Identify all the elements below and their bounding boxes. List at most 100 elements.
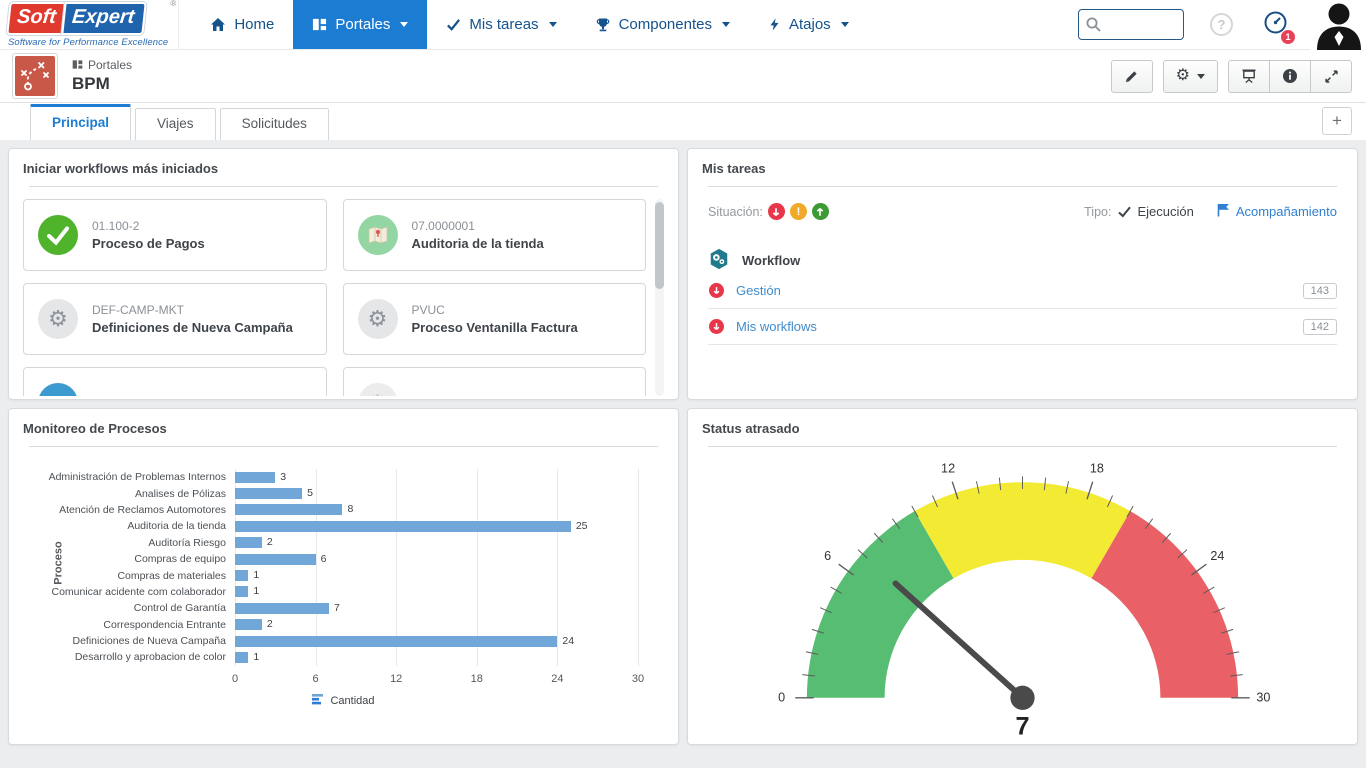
bar-value-label: 25 — [576, 520, 588, 533]
expand-button[interactable] — [1310, 60, 1352, 93]
bar-row: Compras de materiales 1 — [23, 567, 664, 583]
monitor-panel: Monitoreo de Procesos Proceso Administra… — [8, 408, 679, 745]
panel-title: Iniciar workflows más iniciados — [23, 161, 664, 176]
nav-item-atajos[interactable]: Atajos — [749, 0, 868, 49]
tipo-ejecucion[interactable]: Ejecución — [1118, 204, 1193, 219]
add-tab-button[interactable]: + — [1322, 107, 1352, 135]
panel-title: Monitoreo de Procesos — [23, 421, 664, 436]
bar-row: Desarrollo y aprobacion de color1 — [23, 649, 664, 665]
bar-category-label: Compras de equipo — [23, 553, 235, 565]
bpm-app-icon — [12, 53, 58, 99]
info-button[interactable] — [1269, 60, 1311, 93]
edit-pencil-button[interactable] — [1111, 60, 1153, 93]
caret-down-icon — [400, 22, 408, 27]
presentation-button[interactable] — [1228, 60, 1270, 93]
circle-icon — [38, 383, 78, 396]
bar-category-label: Correspondencia Entrante — [23, 619, 235, 631]
logo-registered-mark: ® — [170, 0, 176, 8]
tab-viajes[interactable]: Viajes — [135, 108, 216, 140]
bar-category-label: Compras de materiales — [23, 570, 235, 582]
tab-principal[interactable]: Principal — [30, 104, 131, 140]
cards-scrollbar[interactable] — [655, 199, 664, 396]
bar-row: Auditoría Riesgo 2 — [23, 535, 664, 551]
workflow-name: Proceso de Pagos — [92, 236, 205, 251]
trophy-icon — [595, 17, 611, 33]
nav-item-portales[interactable]: Portales — [293, 0, 427, 49]
softexpert-logo[interactable]: Soft Expert ® Software for Performance E… — [0, 0, 179, 49]
task-row-gestion: Gestión 143 — [708, 273, 1337, 309]
bar-category-label: Desarrollo y aprobacion de color — [23, 651, 235, 663]
check-icon — [446, 17, 461, 32]
bar-category-label: Analises de Pólizas — [23, 488, 235, 500]
workflow-card[interactable]: ⚙ 01.2.001 — [343, 367, 647, 396]
task-link[interactable]: Gestión — [736, 283, 781, 298]
workflow-card[interactable]: ⚙ DEF-CAMP-MKT Definiciones de Nueva Cam… — [23, 283, 327, 355]
workflow-name: Definiciones de Nueva Campaña — [92, 320, 293, 335]
gauge-segment — [915, 482, 1131, 578]
settings-gear-button[interactable]: ⚙ — [1163, 60, 1218, 93]
bar-value-label: 8 — [347, 503, 353, 516]
nav-item-mis-tareas[interactable]: Mis tareas — [427, 0, 575, 49]
bar — [235, 636, 557, 647]
bar-category-label: Control de Garantía — [23, 602, 235, 614]
gauge-tick-label: 12 — [941, 462, 955, 476]
user-avatar[interactable] — [1310, 0, 1366, 50]
nav-item-home[interactable]: Home — [191, 0, 293, 49]
breadcrumb-label[interactable]: Portales — [88, 59, 132, 73]
gear-icon: ⚙ — [358, 383, 398, 396]
nav-item-label: Atajos — [789, 16, 831, 33]
notifications-icon[interactable]: 1 — [1263, 10, 1288, 40]
tasks-panel: Mis tareas Situación: ! Tipo: Ejecución … — [687, 148, 1358, 400]
gauge-tick-label: 6 — [824, 549, 831, 563]
status-ontime-icon[interactable] — [812, 203, 829, 220]
workflow-name: Proceso Ventanilla Factura — [412, 320, 578, 335]
nav-item-label: Home — [234, 16, 274, 33]
x-tick-label: 24 — [551, 673, 563, 685]
workflow-card[interactable]: 01.100-2 Proceso de Pagos — [23, 199, 327, 271]
bar-row: Compras de equipo6 — [23, 551, 664, 567]
bar — [235, 570, 248, 581]
logo-tagline: Software for Performance Excellence — [8, 37, 168, 48]
global-search — [1078, 9, 1184, 40]
help-icon[interactable]: ? — [1210, 13, 1233, 36]
bar-row: Definiciones de Nueva Campaña24 — [23, 633, 664, 649]
bar-category-label: Definiciones de Nueva Campaña — [23, 635, 235, 647]
task-link[interactable]: Mis workflows — [736, 319, 817, 334]
gauge-needle — [895, 583, 1022, 697]
nav-item-componentes[interactable]: Componentes — [576, 0, 749, 49]
top-navbar: Soft Expert ® Software for Performance E… — [0, 0, 1366, 50]
caret-down-icon — [722, 22, 730, 27]
bar-row: Atención de Reclamos Automotores8 — [23, 502, 664, 518]
x-tick-label: 18 — [471, 673, 483, 685]
tab-solicitudes[interactable]: Solicitudes — [220, 108, 329, 140]
portal-content: Iniciar workflows más iniciados 01.100-2… — [0, 140, 1366, 753]
x-tick-label: 0 — [232, 673, 238, 685]
workflow-card[interactable]: 07.0000001 Auditoria de la tienda — [343, 199, 647, 271]
workflow-card[interactable]: ⚙ PVUC Proceso Ventanilla Factura — [343, 283, 647, 355]
tipo-acompanamiento[interactable]: Acompañamiento — [1217, 203, 1337, 220]
scrollbar-thumb[interactable] — [655, 202, 664, 289]
bar-category-label: Comunicar acidente com colaborador — [23, 586, 235, 598]
bar-chart-rows: Administración de Problemas Internos3Ana… — [23, 469, 664, 666]
status-overdue-icon[interactable] — [768, 203, 785, 220]
task-row-mis-workflows: Mis workflows 142 — [708, 309, 1337, 345]
bar-row: Control de Garantía7 — [23, 600, 664, 616]
workflow-card[interactable] — [23, 367, 327, 396]
caret-down-icon — [549, 22, 557, 27]
bar-value-label: 2 — [267, 536, 273, 549]
nav-item-label: Componentes — [619, 16, 712, 33]
bar — [235, 554, 316, 565]
status-warning-icon[interactable]: ! — [790, 203, 807, 220]
bar-value-label: 5 — [307, 487, 313, 500]
bar-category-label: Auditoría Riesgo — [23, 537, 235, 549]
nav-item-label: Portales — [335, 16, 390, 33]
gauge-tick-label: 18 — [1090, 462, 1104, 476]
logo-expert: Expert — [61, 2, 147, 35]
bar — [235, 652, 248, 663]
nav-item-label: Mis tareas — [469, 16, 538, 33]
workflow-code: PVUC — [412, 303, 578, 317]
bar-value-label: 1 — [253, 569, 259, 582]
x-tick-label: 12 — [390, 673, 402, 685]
workflow-code: 01.2.001 — [412, 395, 459, 397]
gauge-tick-label: 30 — [1256, 691, 1270, 705]
